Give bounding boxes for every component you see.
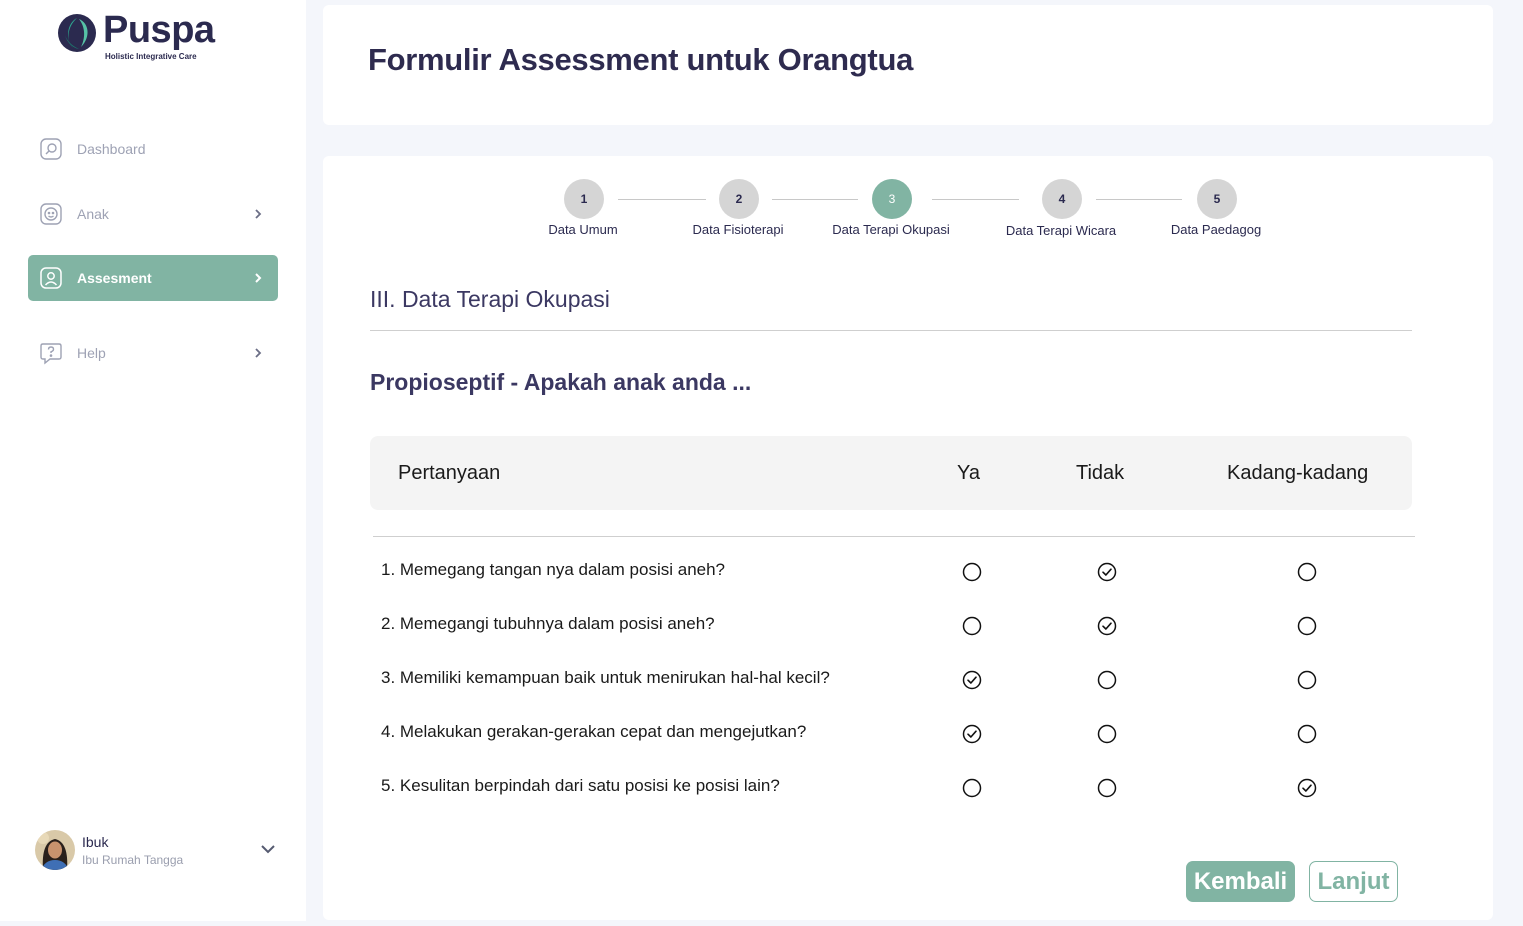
brand-name: Puspa <box>103 9 215 51</box>
dashboard-icon <box>39 137 63 161</box>
user-profile-menu[interactable]: Ibuk Ibu Rumah Tangga <box>35 829 280 871</box>
chevron-right-icon <box>255 209 262 219</box>
column-header-kadang: Kadang-kadang <box>1227 462 1369 484</box>
step-3[interactable]: 3 <box>872 179 912 219</box>
question-text: 1. Memegang tangan nya dalam posisi aneh… <box>381 560 726 579</box>
avatar <box>35 830 75 870</box>
radio-ya-checked[interactable] <box>962 724 982 744</box>
user-name: Ibuk <box>82 833 109 850</box>
sidebar-item-anak[interactable]: Anak <box>28 191 278 237</box>
radio-kadang-kadang[interactable] <box>1297 670 1317 690</box>
sidebar-item-label: Dashboard <box>77 141 146 157</box>
radio-tidak[interactable] <box>1097 778 1117 798</box>
question-text: 5. Kesulitan berpindah dari satu posisi … <box>381 776 780 795</box>
chevron-right-icon <box>255 348 262 358</box>
table-row: 4. Melakukan gerakan-gerakan cepat dan m… <box>381 722 1381 752</box>
divider <box>370 330 1412 331</box>
radio-kadang-kadang[interactable] <box>1297 616 1317 636</box>
step-label: Data Terapi Wicara <box>1005 223 1117 238</box>
step-connector <box>932 199 1019 200</box>
header-card: Formulir Assessment untuk Orangtua <box>323 5 1493 125</box>
step-label: Data Fisioterapi <box>692 222 784 237</box>
question-text: 2. Memegangi tubuhnya dalam posisi aneh? <box>381 614 715 633</box>
table-row: 2. Memegangi tubuhnya dalam posisi aneh? <box>381 614 1381 644</box>
chevron-right-icon <box>255 273 262 283</box>
page-title: Formulir Assessment untuk Orangtua <box>368 42 914 77</box>
radio-ya[interactable] <box>962 616 982 636</box>
table-header: Pertanyaan Ya Tidak Kadang-kadang <box>370 436 1412 510</box>
step-connector <box>1096 199 1182 200</box>
help-question-icon <box>39 341 63 365</box>
user-profile-icon <box>39 266 63 290</box>
radio-ya[interactable] <box>962 778 982 798</box>
divider <box>373 536 1415 537</box>
table-row: 5. Kesulitan berpindah dari satu posisi … <box>381 776 1381 806</box>
sidebar-item-label: Assesment <box>77 270 152 286</box>
next-button[interactable]: Lanjut <box>1309 861 1398 902</box>
table-row: 3. Memiliki kemampuan baik untuk meniruk… <box>381 668 1381 698</box>
sidebar: Puspa Holistic Integrative Care Dashboar… <box>0 0 306 921</box>
sidebar-item-assesment[interactable]: Assesment <box>28 255 278 301</box>
section-title: III. Data Terapi Okupasi <box>370 286 610 312</box>
radio-kadang-kadang[interactable] <box>1297 724 1317 744</box>
step-2[interactable]: 2 <box>719 179 759 219</box>
step-label: Data Terapi Okupasi <box>832 222 950 237</box>
sidebar-item-help[interactable]: Help <box>28 330 278 376</box>
brand-tagline: Holistic Integrative Care <box>105 52 197 61</box>
column-header-question: Pertanyaan <box>398 462 501 484</box>
question-text: 3. Memiliki kemampuan baik untuk meniruk… <box>381 668 830 687</box>
sidebar-item-label: Help <box>77 345 106 361</box>
user-role: Ibu Rumah Tangga <box>82 852 184 867</box>
stepper: 1 2 3 4 5 Data Umum Data Fisioterapi Dat… <box>323 156 1493 256</box>
column-header-tidak: Tidak <box>1076 462 1125 484</box>
radio-tidak[interactable] <box>1097 670 1117 690</box>
column-header-ya: Ya <box>957 462 980 484</box>
step-5[interactable]: 5 <box>1197 179 1237 219</box>
sidebar-item-dashboard[interactable]: Dashboard <box>28 126 278 172</box>
assessment-form: 1 2 3 4 5 Data Umum Data Fisioterapi Dat… <box>323 156 1493 920</box>
radio-kadang-kadang[interactable] <box>1297 562 1317 582</box>
puspa-logo-icon <box>58 14 96 52</box>
section-subtitle: Propioseptif - Apakah anak anda ... <box>370 369 752 395</box>
radio-tidak-checked[interactable] <box>1097 616 1117 636</box>
back-button[interactable]: Kembali <box>1186 861 1295 902</box>
radio-ya-checked[interactable] <box>962 670 982 690</box>
radio-ya[interactable] <box>962 562 982 582</box>
brand-logo[interactable]: Puspa Holistic Integrative Care <box>57 9 215 61</box>
step-label: Data Paedagog <box>1170 222 1262 237</box>
question-text: 4. Melakukan gerakan-gerakan cepat dan m… <box>381 722 807 741</box>
table-row: 1. Memegang tangan nya dalam posisi aneh… <box>381 560 1381 590</box>
child-face-icon <box>39 202 63 226</box>
radio-kadang-kadang-checked[interactable] <box>1297 778 1317 798</box>
step-connector <box>618 199 706 200</box>
step-label: Data Umum <box>548 222 618 237</box>
step-4[interactable]: 4 <box>1042 179 1082 219</box>
step-connector <box>772 199 858 200</box>
step-1[interactable]: 1 <box>564 179 604 219</box>
sidebar-item-label: Anak <box>77 206 109 222</box>
radio-tidak-checked[interactable] <box>1097 562 1117 582</box>
radio-tidak[interactable] <box>1097 724 1117 744</box>
chevron-down-icon[interactable] <box>258 839 278 859</box>
